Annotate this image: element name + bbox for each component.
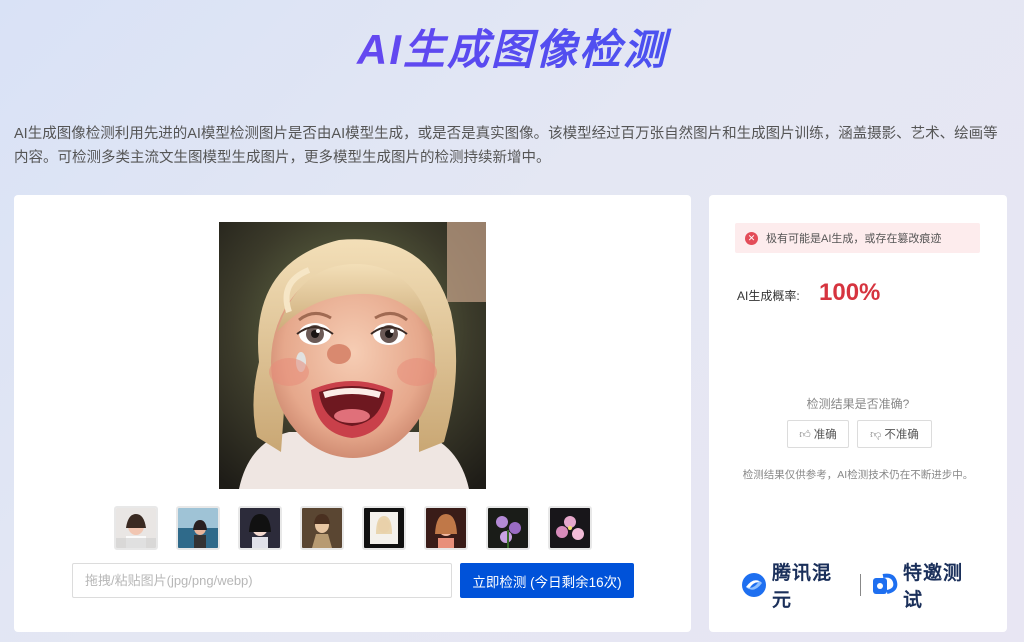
- probability-label: AI生成概率:: [737, 289, 800, 303]
- feedback-question: 检测结果是否准确?: [806, 397, 910, 411]
- brand-separator: [860, 574, 861, 596]
- image-url-input[interactable]: [72, 563, 452, 598]
- invite-test-icon: [871, 572, 899, 598]
- brand-right-text: 特邀测试: [902, 563, 963, 611]
- brand-footer: 腾讯混元 特邀测试: [741, 563, 981, 611]
- thumbnail-2[interactable]: [176, 506, 220, 550]
- thumbs-up-icon: 👍︎: [799, 428, 811, 441]
- accurate-button[interactable]: 👍︎ 准确: [787, 420, 849, 448]
- accurate-label: 准确: [813, 429, 837, 441]
- thumbnail-5[interactable]: [362, 506, 406, 550]
- thumbnail-7[interactable]: [486, 506, 530, 550]
- brand-left-text: 腾讯混元: [772, 563, 833, 611]
- page-description: AI生成图像检测利用先进的AI模型检测图片是否由AI模型生成，或是否是真实图像。…: [14, 126, 998, 166]
- inaccurate-button[interactable]: 👎︎ 不准确: [857, 420, 932, 448]
- detect-button[interactable]: 立即检测 (今日剩余16次): [460, 563, 634, 598]
- alert-text: 极有可能是AI生成，或存在篡改痕迹: [766, 233, 942, 245]
- preview-image: [219, 222, 486, 489]
- page-title: AI生成图像检测: [0, 22, 1024, 78]
- error-icon: ✕: [745, 231, 758, 245]
- hunyuan-logo-icon: [741, 572, 767, 598]
- thumbs-down-icon: 👎︎: [870, 428, 882, 441]
- disclaimer-text: 检测结果仅供参考，AI检测技术仍在不断进步中。: [742, 469, 974, 481]
- thumbnail-3[interactable]: [238, 506, 282, 550]
- upload-panel: 立即检测 (今日剩余16次): [14, 195, 691, 632]
- thumbnail-1[interactable]: [114, 506, 158, 550]
- thumbnail-8[interactable]: [548, 506, 592, 550]
- probability-value: 100%: [819, 279, 881, 306]
- thumbnail-6[interactable]: [424, 506, 468, 550]
- thumbnail-4[interactable]: [300, 506, 344, 550]
- result-alert: ✕ 极有可能是AI生成，或存在篡改痕迹: [735, 223, 980, 253]
- inaccurate-label: 不准确: [884, 429, 919, 441]
- result-panel: ✕ 极有可能是AI生成，或存在篡改痕迹 AI生成概率: 100% 检测结果是否准…: [709, 195, 1007, 632]
